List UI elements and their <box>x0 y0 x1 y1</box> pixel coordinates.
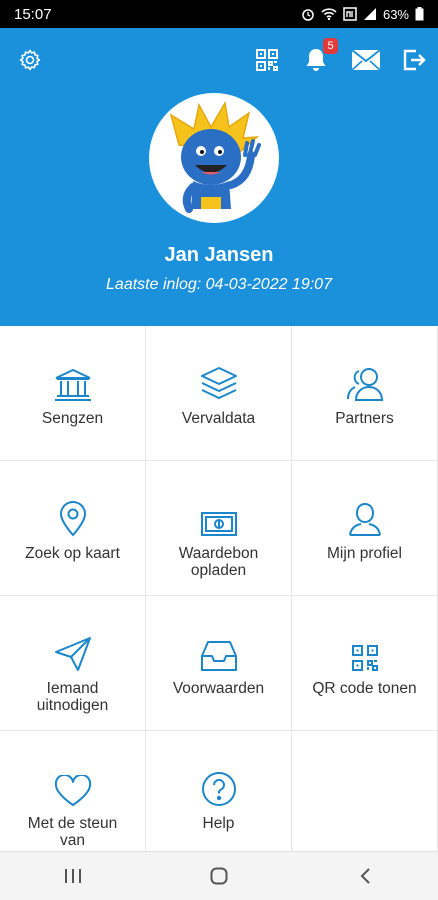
help-icon <box>201 772 236 806</box>
system-nav-bar <box>0 851 438 900</box>
tile-met-de-steun-van[interactable]: Met de steun van <box>0 731 146 851</box>
status-bar: 15:07 63% <box>0 0 438 28</box>
users-icon <box>346 368 383 401</box>
user-icon <box>348 502 381 536</box>
notification-badge: 5 <box>323 38 338 54</box>
tile-vervaldata[interactable]: Vervaldata <box>146 326 292 461</box>
signal-icon <box>363 8 376 20</box>
back-icon <box>360 868 370 884</box>
tile-iemand-uitnodigen[interactable]: Iemand uitnodigen <box>0 596 146 731</box>
data-icon <box>343 7 357 21</box>
status-time: 15:07 <box>14 5 52 23</box>
menu-grid: Sengzen Vervaldata Partners Zoek op kaar… <box>0 326 438 851</box>
send-icon <box>54 637 91 671</box>
map-pin-icon <box>59 501 86 537</box>
battery-percent: 63% <box>382 6 409 22</box>
tile-label: QR code tonen <box>312 680 417 697</box>
layers-icon <box>200 367 237 399</box>
alarm-icon <box>302 9 314 21</box>
money-icon <box>200 512 237 536</box>
home-icon <box>210 867 228 885</box>
tile-label: Mijn profiel <box>327 545 402 562</box>
tile-label: Met de steun van <box>27 815 118 849</box>
tile-label: Partners <box>335 410 394 427</box>
gear-icon <box>19 49 41 71</box>
tile-label: Voorwaarden <box>172 680 265 697</box>
heart-icon <box>54 775 91 806</box>
last-login-text: Laatste inlog: 04-03-2022 19:07 <box>106 276 332 293</box>
tile-qr-code-tonen[interactable]: QR code tonen <box>292 596 438 731</box>
tile-sengzen[interactable]: Sengzen <box>0 326 146 461</box>
battery-icon <box>415 7 424 21</box>
tile-label: Help <box>202 815 235 832</box>
recents-icon <box>65 869 81 883</box>
logout-button[interactable] <box>400 46 428 74</box>
qr-scan-button[interactable] <box>253 46 281 74</box>
profile-header: 5 Jan Jansen Laatste inlog: 04-03-2022 1… <box>0 28 438 326</box>
avatar <box>149 93 279 223</box>
logout-icon <box>403 49 426 71</box>
tile-waardebon-opladen[interactable]: Waardebon opladen <box>146 461 292 596</box>
qr-code-icon <box>256 49 278 71</box>
tile-label: Sengzen <box>41 410 104 427</box>
home-button[interactable] <box>189 856 249 896</box>
envelope-icon <box>351 49 381 71</box>
wifi-icon <box>321 8 337 21</box>
tile-empty <box>292 731 438 851</box>
tile-voorwaarden[interactable]: Voorwaarden <box>146 596 292 731</box>
user-name: Jan Jansen <box>164 244 274 266</box>
tile-label: Waardebon opladen <box>178 545 259 579</box>
inbox-icon <box>200 641 237 671</box>
tile-help[interactable]: Help <box>146 731 292 851</box>
notifications-button[interactable]: 5 <box>302 38 338 74</box>
tile-label: Vervaldata <box>181 410 256 427</box>
tile-label: Iemand uitnodigen <box>36 680 109 714</box>
bank-icon <box>54 368 91 401</box>
mascot-image <box>169 100 261 213</box>
tile-partners[interactable]: Partners <box>292 326 438 461</box>
qr-code-icon <box>351 645 378 671</box>
tile-label: Zoek op kaart <box>25 545 120 562</box>
tile-zoek-op-kaart[interactable]: Zoek op kaart <box>0 461 146 596</box>
back-button[interactable] <box>335 856 395 896</box>
tile-mijn-profiel[interactable]: Mijn profiel <box>292 461 438 596</box>
messages-button[interactable] <box>350 46 382 74</box>
settings-button[interactable] <box>16 46 44 74</box>
recents-button[interactable] <box>43 856 103 896</box>
